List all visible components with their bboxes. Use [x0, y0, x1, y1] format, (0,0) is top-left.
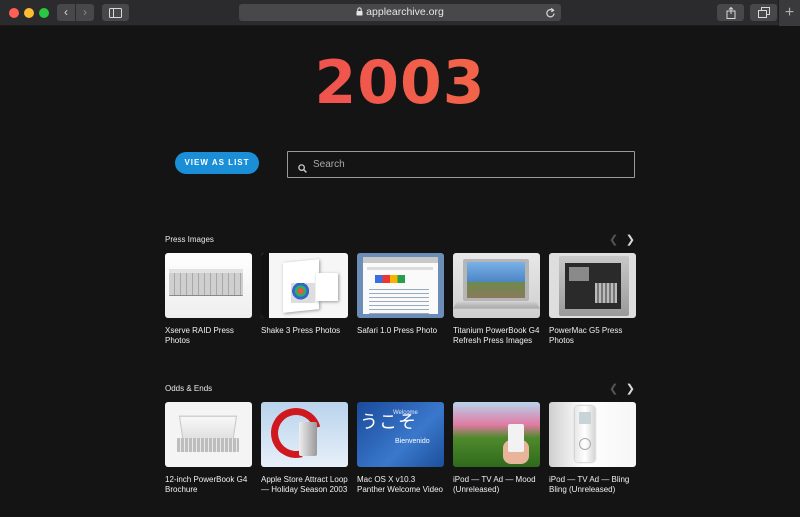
- tabs-icon[interactable]: [750, 4, 777, 21]
- section-press-images: Press Images ❮ ❯ Xserve RAID Press Photo…: [165, 234, 636, 345]
- card-thumbnail[interactable]: [549, 253, 636, 318]
- card-thumbnail[interactable]: [549, 402, 636, 467]
- card-caption[interactable]: Shake 3 Press Photos: [261, 326, 348, 336]
- card-apple-store-loop[interactable]: Apple Store Attract Loop — Holiday Seaso…: [261, 402, 348, 495]
- card-caption[interactable]: 12-inch PowerBook G4 Brochure: [165, 475, 252, 495]
- card-safari-1[interactable]: Safari 1.0 Press Photo: [357, 253, 444, 346]
- card-panther-welcome[interactable]: うこそ Welcome Bienvenido Mac OS X v10.3 Pa…: [357, 402, 444, 495]
- card-caption[interactable]: Titanium PowerBook G4 Refresh Press Imag…: [453, 326, 540, 346]
- forward-icon[interactable]: ›: [76, 4, 94, 21]
- thumb-text-es: Bienvenido: [395, 438, 430, 445]
- card-caption[interactable]: iPod — TV Ad — Bling Bling (Unreleased): [549, 475, 636, 495]
- minimize-window-button[interactable]: [24, 8, 34, 18]
- card-caption[interactable]: Apple Store Attract Loop — Holiday Seaso…: [261, 475, 348, 495]
- page-content: 2003 VIEW AS LIST Press Images ❮ ❯ Xserv…: [0, 27, 800, 517]
- card-ipod-mood[interactable]: iPod — TV Ad — Mood (Unreleased): [453, 402, 540, 495]
- card-thumbnail[interactable]: [453, 402, 540, 467]
- card-caption[interactable]: Xserve RAID Press Photos: [165, 326, 252, 346]
- lock-icon: [356, 5, 363, 22]
- zoom-window-button[interactable]: [39, 8, 49, 18]
- chevron-right-icon[interactable]: ❯: [626, 383, 635, 395]
- reload-icon[interactable]: [545, 6, 556, 24]
- search-input[interactable]: [313, 152, 628, 177]
- back-icon[interactable]: ‹: [57, 4, 75, 21]
- card-xserve-raid[interactable]: Xserve RAID Press Photos: [165, 253, 252, 346]
- card-thumbnail[interactable]: [261, 253, 348, 318]
- card-titanium-powerbook[interactable]: Titanium PowerBook G4 Refresh Press Imag…: [453, 253, 540, 346]
- card-caption[interactable]: PowerMac G5 Press Photos: [549, 326, 636, 346]
- chevron-left-icon[interactable]: ❮: [609, 234, 618, 246]
- url-text: applearchive.org: [366, 6, 444, 18]
- chevron-left-icon[interactable]: ❮: [609, 383, 618, 395]
- card-caption[interactable]: iPod — TV Ad — Mood (Unreleased): [453, 475, 540, 495]
- card-thumbnail[interactable]: [165, 402, 252, 467]
- card-caption[interactable]: Safari 1.0 Press Photo: [357, 326, 444, 336]
- carousel-arrows: ❮ ❯: [609, 234, 635, 246]
- new-tab-button[interactable]: +: [778, 0, 800, 26]
- history-nav: ‹ ›: [57, 4, 94, 21]
- section-title: Odds & Ends: [165, 384, 213, 393]
- section-title: Press Images: [165, 235, 214, 244]
- card-thumbnail[interactable]: [453, 253, 540, 318]
- carousel-arrows: ❮ ❯: [609, 383, 635, 395]
- thumb-text-en: Welcome: [393, 410, 418, 416]
- card-thumbnail[interactable]: [357, 253, 444, 318]
- card-powermac-g5[interactable]: PowerMac G5 Press Photos: [549, 253, 636, 346]
- sidebar-icon[interactable]: [102, 4, 129, 21]
- card-caption[interactable]: Mac OS X v10.3 Panther Welcome Video: [357, 475, 444, 495]
- close-window-button[interactable]: [9, 8, 19, 18]
- search-box: [287, 151, 635, 178]
- search-icon: [298, 160, 307, 178]
- card-ipod-bling[interactable]: iPod — TV Ad — Bling Bling (Unreleased): [549, 402, 636, 495]
- card-thumbnail[interactable]: うこそ Welcome Bienvenido: [357, 402, 444, 467]
- view-as-list-button[interactable]: VIEW AS LIST: [175, 152, 259, 174]
- section-odds-ends: Odds & Ends ❮ ❯ 12-inch PowerBook G4 Bro…: [165, 383, 636, 494]
- browser-toolbar: ‹ › applearchive.org +: [0, 0, 800, 26]
- share-icon[interactable]: [717, 4, 744, 21]
- card-shake-3[interactable]: Shake 3 Press Photos: [261, 253, 348, 346]
- card-powerbook-12[interactable]: 12-inch PowerBook G4 Brochure: [165, 402, 252, 495]
- address-bar[interactable]: applearchive.org: [239, 4, 561, 21]
- page-title: 2003: [0, 52, 800, 114]
- card-thumbnail[interactable]: [261, 402, 348, 467]
- chevron-right-icon[interactable]: ❯: [626, 234, 635, 246]
- card-thumbnail[interactable]: [165, 253, 252, 318]
